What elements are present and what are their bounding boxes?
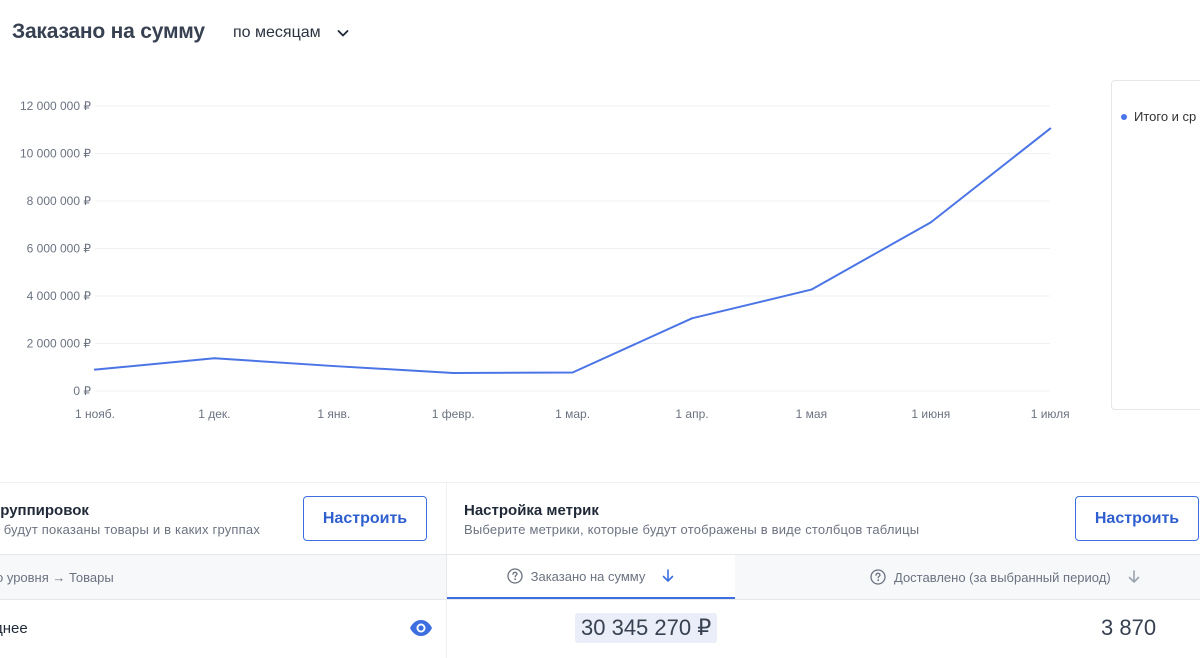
y-tick-label: 10 000 000 ₽ bbox=[20, 147, 91, 161]
period-select[interactable]: по месяцам bbox=[226, 16, 351, 50]
legend-marker bbox=[1121, 113, 1127, 120]
table-row: днее 30 345 270 ₽ 3 870 bbox=[0, 599, 1200, 658]
legend-item[interactable]: Итого и ср bbox=[1121, 109, 1196, 124]
column-header-ordered-label: Заказано на сумму bbox=[530, 568, 646, 584]
legend-label: Итого и ср bbox=[1134, 109, 1197, 124]
settings-row: группировок к будут показаны товары и в … bbox=[0, 482, 1200, 555]
x-tick-label: 1 мая bbox=[796, 407, 827, 421]
eye-icon[interactable] bbox=[409, 618, 433, 638]
y-tick-label: 6 000 000 ₽ bbox=[27, 242, 92, 256]
help-icon[interactable] bbox=[870, 569, 886, 585]
data-point bbox=[571, 371, 574, 374]
column-header-path[interactable]: о уровня → Товары bbox=[0, 555, 114, 599]
x-tick-label: 1 июля bbox=[1031, 407, 1070, 421]
metrics-configure-button[interactable]: Настроить bbox=[1075, 496, 1199, 541]
chart-legend: Итого и ср bbox=[1111, 80, 1200, 410]
chevron-down-icon bbox=[335, 25, 351, 41]
data-point bbox=[213, 357, 216, 360]
line-chart: 0 ₽ 2 000 000 ₽ 4 000 000 ₽ 6 000 000 ₽ 8 00… bbox=[20, 99, 1070, 421]
row-name: днее bbox=[0, 620, 28, 637]
column-divider bbox=[446, 599, 447, 658]
column-header-delivered-label: Доставлено (за выбранный период) bbox=[894, 569, 1111, 585]
metrics-title: Настройка метрик bbox=[464, 502, 599, 519]
grouping-configure-button[interactable]: Настроить bbox=[303, 496, 427, 541]
table-header: о уровня → Товары Заказано на сумму Дост… bbox=[0, 554, 1200, 600]
metrics-settings: Настройка метрик Выберите метрики, котор… bbox=[447, 483, 1200, 555]
x-tick-label: 1 мар. bbox=[555, 407, 590, 421]
x-tick-label: 1 июня bbox=[911, 407, 950, 421]
data-point bbox=[1049, 127, 1052, 130]
y-tick-label: 12 000 000 ₽ bbox=[20, 99, 91, 113]
x-tick-label: 1 дек. bbox=[198, 407, 230, 421]
grouping-title: группировок bbox=[0, 502, 89, 519]
page-title: Заказано на сумму bbox=[12, 20, 205, 43]
data-point bbox=[452, 371, 455, 374]
x-tick-label: 1 нояб. bbox=[75, 407, 115, 421]
column-header-delivered[interactable]: Доставлено (за выбранный период) bbox=[870, 555, 1141, 599]
data-point bbox=[94, 368, 96, 371]
x-tick-label: 1 янв. bbox=[317, 407, 350, 421]
data-point bbox=[810, 288, 813, 291]
y-tick-label: 4 000 000 ₽ bbox=[27, 289, 92, 303]
data-point bbox=[691, 317, 693, 320]
metrics-subtitle: Выберите метрики, которые будут отображе… bbox=[464, 522, 920, 537]
y-tick-label: 2 000 000 ₽ bbox=[27, 337, 92, 351]
delivered-value: 3 870 bbox=[1101, 615, 1157, 640]
sort-arrow-down-icon[interactable] bbox=[661, 568, 675, 584]
help-icon[interactable] bbox=[506, 568, 523, 584]
period-select-value: по месяцам bbox=[233, 24, 321, 41]
ordered-value: 30 345 270 ₽ bbox=[575, 613, 718, 643]
y-tick-label: 0 ₽ bbox=[73, 384, 91, 398]
sort-arrow-down-icon[interactable] bbox=[1127, 569, 1141, 585]
series-line bbox=[94, 127, 1052, 374]
y-tick-label: 8 000 000 ₽ bbox=[27, 194, 92, 208]
data-point bbox=[332, 365, 335, 368]
x-tick-label: 1 февр. bbox=[432, 407, 475, 421]
grouping-subtitle: к будут показаны товары и в каких группа… bbox=[0, 522, 261, 537]
data-point bbox=[929, 221, 932, 224]
x-tick-label: 1 апр. bbox=[675, 407, 708, 421]
column-header-ordered[interactable]: Заказано на сумму bbox=[447, 555, 735, 599]
grouping-settings: группировок к будут показаны товары и в … bbox=[0, 483, 447, 555]
